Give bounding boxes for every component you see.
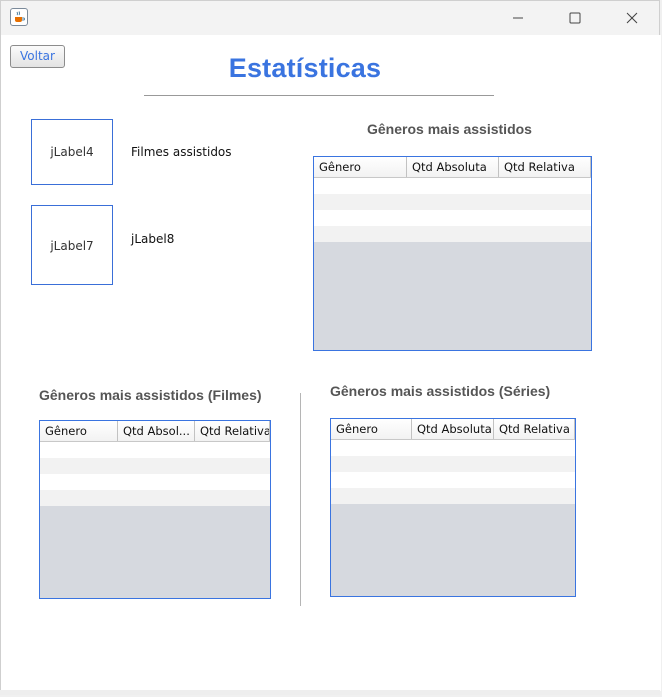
table-row[interactable]	[314, 226, 591, 242]
app-window: Voltar Estatísticas jLabel4 Filmes assis…	[0, 0, 661, 695]
title-bar[interactable]	[1, 1, 659, 35]
table-row[interactable]	[314, 178, 591, 194]
series-genres-title: Gêneros mais assistidos (Séries)	[330, 383, 551, 399]
table-row[interactable]	[40, 442, 270, 458]
watched-image-text: jLabel4	[50, 145, 94, 159]
overall-genres-table[interactable]: Gênero Qtd Absoluta Qtd Relativa	[313, 156, 592, 351]
second-image-label: jLabel7	[31, 205, 113, 285]
title-divider	[144, 95, 494, 96]
column-header-relative[interactable]: Qtd Relativa	[494, 419, 575, 439]
table-header: Gênero Qtd Absoluta Qtd Relativa	[314, 157, 591, 178]
column-header-genre[interactable]: Gênero	[40, 421, 118, 441]
vertical-separator	[300, 393, 301, 606]
column-header-relative[interactable]: Qtd Relativa	[195, 421, 270, 441]
close-icon	[626, 12, 638, 24]
column-header-absolute[interactable]: Qtd Absoluta	[407, 157, 499, 177]
minimize-button[interactable]	[495, 1, 541, 35]
column-header-relative[interactable]: Qtd Relativa	[499, 157, 591, 177]
column-header-genre[interactable]: Gênero	[314, 157, 407, 177]
series-genres-table[interactable]: Gênero Qtd Absoluta Qtd Relativa	[330, 418, 576, 597]
overall-genres-title: Gêneros mais assistidos	[367, 121, 532, 137]
movies-genres-table[interactable]: Gênero Qtd Absol... Qtd Relativa	[39, 420, 271, 599]
table-row[interactable]	[331, 488, 575, 504]
column-header-absolute[interactable]: Qtd Absoluta	[412, 419, 494, 439]
table-row[interactable]	[314, 210, 591, 226]
column-header-absolute[interactable]: Qtd Absol...	[118, 421, 195, 441]
maximize-button[interactable]	[552, 1, 598, 35]
content-panel: Voltar Estatísticas jLabel4 Filmes assis…	[1, 35, 661, 691]
table-row[interactable]	[40, 458, 270, 474]
movies-genres-title: Gêneros mais assistidos (Filmes)	[39, 387, 262, 403]
back-button[interactable]: Voltar	[10, 45, 65, 68]
maximize-icon	[569, 12, 581, 24]
table-row[interactable]	[40, 490, 270, 506]
window-bottom-border	[0, 690, 660, 695]
table-header: Gênero Qtd Absoluta Qtd Relativa	[331, 419, 575, 440]
second-stat-label: jLabel8	[131, 232, 175, 246]
java-cup-icon	[10, 8, 28, 26]
table-row[interactable]	[331, 456, 575, 472]
watched-count-label: Filmes assistidos	[131, 145, 232, 159]
column-header-genre[interactable]: Gênero	[331, 419, 412, 439]
table-row[interactable]	[314, 194, 591, 210]
minimize-icon	[513, 17, 523, 19]
second-image-text: jLabel7	[50, 239, 94, 253]
page-title: Estatísticas	[228, 53, 382, 83]
table-row[interactable]	[40, 474, 270, 490]
table-row[interactable]	[331, 440, 575, 456]
close-button[interactable]	[609, 1, 655, 35]
table-row[interactable]	[331, 472, 575, 488]
table-header: Gênero Qtd Absol... Qtd Relativa	[40, 421, 270, 442]
watched-image-label: jLabel4	[31, 119, 113, 185]
